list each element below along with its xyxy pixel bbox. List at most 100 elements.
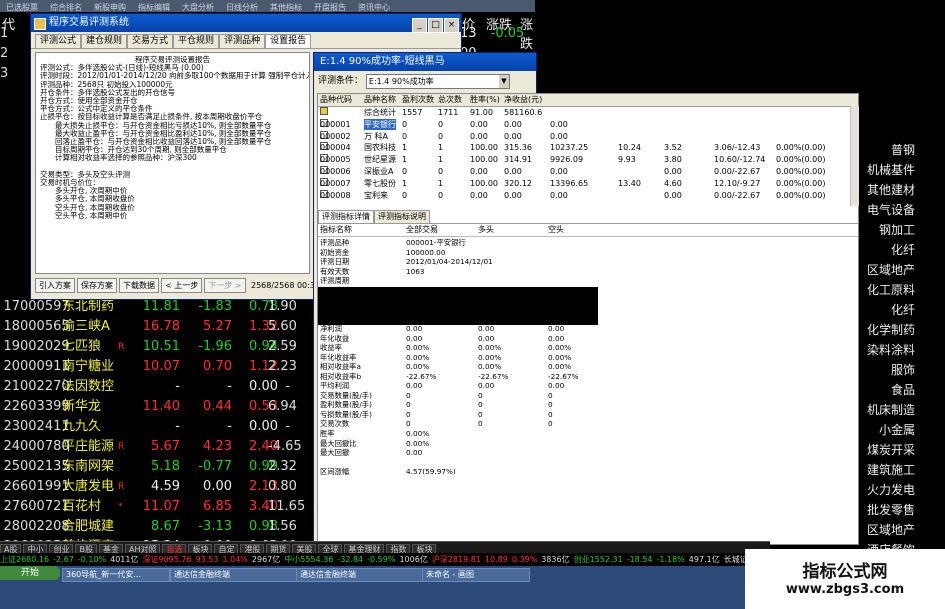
grid-cell: 1 xyxy=(438,143,444,153)
taskbar-item[interactable]: 通达信金融终端 xyxy=(296,568,424,582)
grid-row[interactable]: 000008 宝利来 0 0 0.00 0.00 0.00 0.00 0.00/-22.67 0.… xyxy=(318,189,858,201)
save-plan-button[interactable]: 保存方案 xyxy=(77,278,117,293)
top-menu-item[interactable]: 已选股票 xyxy=(6,3,38,12)
grid-cell: 0.00%(0.00) xyxy=(776,143,826,153)
top-menu-item[interactable]: 开盘报告 xyxy=(314,3,346,12)
grid-row[interactable]: 000006 深振业A 0 0 0.00 0.00 0.00 0.00 0.00/-22.67 0… xyxy=(318,166,858,177)
grid-row[interactable]: 综合统计 1557 1711 91.00 581160.6 xyxy=(318,107,858,118)
grid-row[interactable]: 000005 世纪星源 1 1 100.00 314.91 9926.09 9.93 3.80 1… xyxy=(318,154,858,165)
margin-flag: * xyxy=(118,502,123,512)
stock-extra: 6.94 xyxy=(268,399,297,414)
minimize-button[interactable]: _ xyxy=(412,18,427,33)
close-button[interactable]: × xyxy=(444,18,459,33)
window-titlebar[interactable]: 程序交易评测系统 _ □ × xyxy=(31,14,461,33)
grid-col-header[interactable]: 盈利次数 xyxy=(402,94,434,106)
stock-name: 合肥城建 xyxy=(62,519,115,534)
top-menu-item[interactable]: 综合排名 xyxy=(50,3,82,12)
grid-row[interactable]: 000001 平安银行 0 0 0.00 0.00 0.00 xyxy=(318,118,858,130)
window-titlebar[interactable]: E:1.4 90%成功率-短线黑马 xyxy=(314,53,536,71)
next-step-button[interactable]: 下一步 > xyxy=(204,278,246,293)
grid-code-text: 000001 xyxy=(320,119,351,129)
grid-col-header[interactable]: 胜率(%) xyxy=(470,94,500,106)
grid-cell: 3.52 xyxy=(664,143,682,153)
grid-col-header[interactable]: 品种名称 xyxy=(364,94,396,106)
stock-price: - xyxy=(175,419,180,434)
settings-report: 程序交易评测设置报告 评测公式：多伴选股公式-(日线)-短线黑马 (0.00) 评测… xyxy=(35,52,310,274)
detail-tab-1[interactable]: 评测指标说明 xyxy=(374,210,430,223)
taskbar-item[interactable]: 通达信金融终端 xyxy=(170,568,298,582)
top-menu-item[interactable]: 指标编辑 xyxy=(138,3,170,12)
site-watermark: 指标公式网 www.zbgs3.com xyxy=(745,549,945,609)
ticker-item: 上证2680.16 xyxy=(0,555,50,564)
industry-cell: 建筑施工 xyxy=(866,463,915,477)
margin-flag: R xyxy=(118,482,125,492)
grid-cell: 0.00 xyxy=(470,190,488,200)
grid-cell: 0.00 xyxy=(504,190,522,200)
detail-cell: -22.67% xyxy=(406,371,437,381)
window-title: 程序交易评测系统 xyxy=(49,17,129,28)
download-data-button[interactable]: 下载数据 xyxy=(119,278,159,293)
grid-cell: 0 xyxy=(402,167,408,176)
margin-flag: R xyxy=(118,442,125,452)
top-menu-item[interactable]: 新股申购 xyxy=(94,3,126,12)
grid-code-text: 000005 xyxy=(320,155,351,165)
grid-cell: 3.80 xyxy=(664,155,682,165)
detail-cell: 0.00 xyxy=(548,381,565,391)
grid-row[interactable]: 000002 万 科A 0 0 0.00 0.00 0.00 xyxy=(318,130,858,142)
redaction-box xyxy=(318,287,598,325)
window-title: E:1.4 90%成功率-短线黑马 xyxy=(320,56,445,67)
grid-cell: 320.12 xyxy=(504,178,532,188)
tab-4[interactable]: 评测品种 xyxy=(219,34,266,48)
detail-row xyxy=(318,458,858,467)
condition-select[interactable]: E:1.4 90%成功率 ▼ xyxy=(365,74,510,89)
grid-cell: 0 xyxy=(402,190,408,200)
progress-text: 2568/2568 00:35 xyxy=(251,281,321,290)
row-no: 1 xyxy=(0,26,9,41)
grid-name: 国农科技 xyxy=(364,143,396,153)
industry-cell: 食品 xyxy=(890,383,915,397)
row-number: 25 xyxy=(3,459,20,474)
grid-cell: 0.00 xyxy=(664,190,682,200)
tab-1[interactable]: 建仓规则 xyxy=(81,34,128,48)
tab-3[interactable]: 平仓规则 xyxy=(173,34,220,48)
stock-price: 11.40 xyxy=(142,399,180,414)
taskbar-item[interactable]: 未命名 - 画图 xyxy=(422,568,530,582)
prev-step-button[interactable]: < 上一步 xyxy=(161,278,203,293)
grid-row[interactable]: 000007 零七股份 1 1 100.00 320.12 13396.65 13.40 4.6… xyxy=(318,177,858,189)
maximize-button[interactable]: □ xyxy=(428,18,443,33)
top-menu-item[interactable]: 其他指标 xyxy=(270,3,302,12)
ticker-item: -2.67 xyxy=(53,555,74,564)
stock-name: 渝三峡A xyxy=(62,319,110,334)
top-menu-item[interactable]: 资讯中心 xyxy=(358,3,390,12)
grid-col-header[interactable]: 净收益(元) xyxy=(504,94,542,106)
import-plan-button[interactable]: 引入方案 xyxy=(35,278,75,293)
grid-row[interactable]: 000004 国农科技 1 1 100.00 315.36 10237.25 10.24 3.5… xyxy=(318,142,858,153)
detail-cell: 0 xyxy=(406,400,411,410)
detail-cell: 有效天数 xyxy=(320,266,350,276)
tab-0[interactable]: 评测公式 xyxy=(35,34,82,48)
top-menu-item[interactable]: 日线分析 xyxy=(226,3,258,12)
watermark-title: 指标公式网 xyxy=(802,562,888,582)
detail-cell: -22.67% xyxy=(548,371,579,381)
ticker-item: 3836亿 xyxy=(541,555,570,564)
detail-cell: 区间涨幅 xyxy=(320,467,350,477)
grid-col-header[interactable]: 总次数 xyxy=(438,94,462,106)
detail-cell: 0 xyxy=(548,409,553,419)
grid-cell: 581160.6 xyxy=(504,108,543,117)
grid-col-header[interactable]: 品种代码 xyxy=(320,94,352,106)
tab-2[interactable]: 交易方式 xyxy=(127,34,174,48)
taskbar-item[interactable]: 360导航_新一代安... xyxy=(62,568,170,582)
grid-cell: 4.60 xyxy=(664,178,682,188)
grid-cell: 9.93 xyxy=(618,155,636,165)
detail-tab-0[interactable]: 评测指标详情 xyxy=(318,210,374,223)
grid-cell: 0 xyxy=(402,119,408,129)
start-button[interactable]: 开始 xyxy=(0,566,60,580)
detail-row: 最大回撤比 0.00% xyxy=(318,439,858,448)
detail-cell: 0.00 xyxy=(406,333,423,343)
grid-scrollbar[interactable] xyxy=(850,106,859,206)
tab-5[interactable]: 设置报告 xyxy=(265,34,312,48)
top-menu-item[interactable]: 大盘分析 xyxy=(182,3,214,12)
row-number: 24 xyxy=(3,439,20,454)
row-number: 22 xyxy=(3,399,20,414)
ticker-item: 1006亿 xyxy=(399,555,428,564)
